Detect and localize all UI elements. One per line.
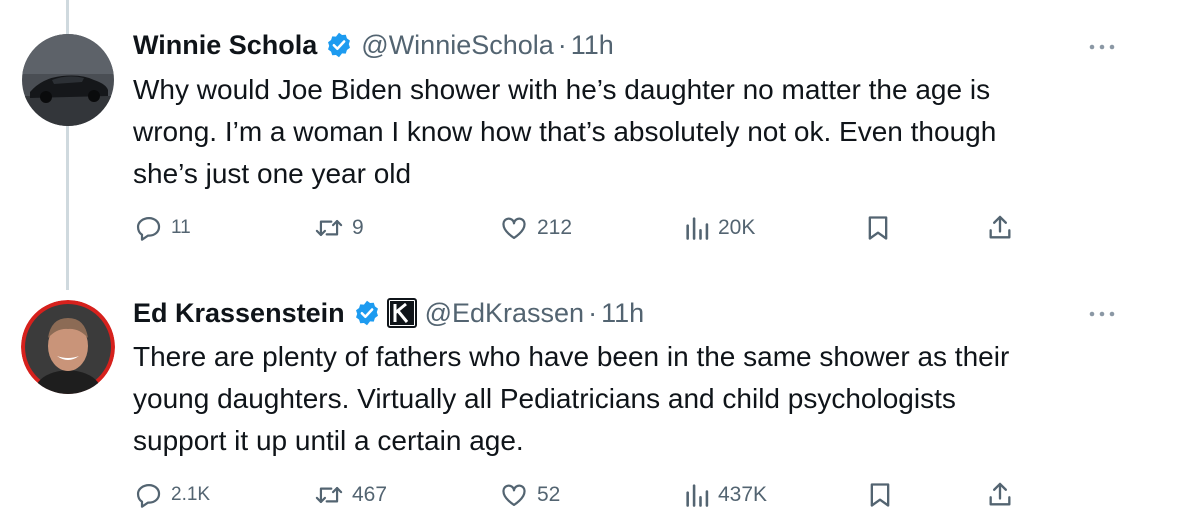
views-count: 20K (718, 216, 756, 239)
tweet-text-line: young daughters. Virtually all Pediatric… (133, 383, 956, 414)
tweet-text-line: Why would Joe Biden shower with he’s dau… (133, 74, 991, 105)
separator-dot: · (588, 297, 598, 328)
reply-button[interactable]: 2.1K (135, 475, 210, 515)
tweet-text: Why would Joe Biden shower with he’s dau… (133, 69, 1173, 195)
timestamp[interactable]: 11h (571, 30, 614, 61)
reply-icon (136, 216, 161, 241)
reply-button[interactable]: 11 (135, 208, 191, 248)
repost-button[interactable]: 9 (314, 208, 364, 248)
author-handle[interactable]: @WinnieSchola (361, 30, 554, 61)
repost-button[interactable]: 467 (314, 475, 387, 515)
like-count: 212 (537, 216, 573, 239)
reply-count: 2.1K (171, 484, 211, 505)
more-icon[interactable] (1086, 304, 1118, 324)
affiliate-badge-icon[interactable] (386, 298, 417, 328)
tweet-ed-krassenstein[interactable]: Ed Krassenstein @EdKrassen · 11h There a… (0, 290, 1200, 527)
like-icon (502, 484, 526, 507)
like-button[interactable]: 52 (499, 475, 560, 515)
bookmark-icon (868, 216, 888, 240)
author-name[interactable]: Winnie Schola (133, 30, 317, 61)
like-icon (502, 217, 526, 240)
tweet-text-line: There are plenty of fathers who have bee… (133, 341, 1010, 372)
views-button[interactable]: 437K (684, 475, 767, 515)
reply-icon (136, 483, 161, 508)
share-button[interactable] (986, 475, 1014, 515)
tweet-header: Winnie Schola @WinnieSchola · 11h (133, 25, 614, 65)
views-button[interactable]: 20K (684, 208, 755, 248)
repost-count: 467 (352, 483, 388, 506)
verified-badge-icon (325, 31, 353, 59)
timestamp[interactable]: 11h (601, 298, 644, 329)
views-icon (686, 484, 709, 507)
tweet-winnie-schola[interactable]: Winnie Schola @WinnieSchola · 11h Why wo… (0, 0, 1200, 290)
views-icon (686, 217, 709, 240)
tweet-header: Ed Krassenstein @EdKrassen · 11h (133, 293, 644, 333)
action-bar: 2.1K 467 52 437K (0, 475, 1200, 515)
repost-count: 9 (352, 216, 364, 239)
reply-count: 11 (171, 217, 191, 238)
like-button[interactable]: 212 (499, 208, 572, 248)
tweet-text-line: support it up until a certain age. (133, 425, 524, 456)
share-icon (989, 482, 1011, 506)
repost-icon (315, 219, 343, 237)
avatar[interactable] (22, 34, 114, 126)
share-icon (989, 215, 1011, 239)
bookmark-button[interactable] (868, 475, 892, 515)
author-handle[interactable]: @EdKrassen (425, 298, 584, 329)
verified-badge-icon (353, 299, 381, 327)
action-bar: 11 9 212 20K (0, 208, 1200, 248)
more-icon[interactable] (1086, 37, 1118, 57)
like-count: 52 (537, 483, 561, 506)
avatar[interactable] (21, 300, 115, 394)
repost-icon (315, 486, 343, 504)
tweet-text: There are plenty of fathers who have bee… (133, 336, 1173, 462)
tweet-text-line: wrong. I’m a woman I know how that’s abs… (133, 116, 997, 147)
separator-dot: · (557, 29, 567, 60)
share-button[interactable] (986, 208, 1014, 248)
bookmark-icon (870, 483, 890, 507)
views-count: 437K (718, 483, 768, 506)
author-name[interactable]: Ed Krassenstein (133, 298, 345, 329)
tweet-text-line: she’s just one year old (133, 158, 412, 189)
bookmark-button[interactable] (866, 208, 890, 248)
